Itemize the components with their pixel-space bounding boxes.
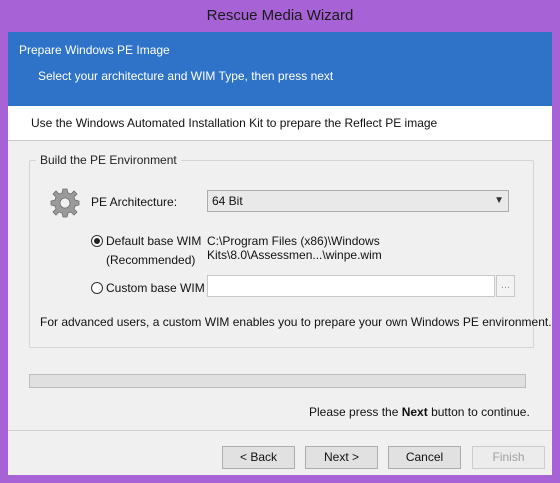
window-title: Rescue Media Wizard [206, 7, 354, 24]
wizard-header: Prepare Windows PE Image Select your arc… [8, 32, 552, 106]
chevron-down-icon: ▼ [494, 195, 504, 206]
group-legend: Build the PE Environment [36, 153, 181, 167]
gear-icon [50, 188, 80, 218]
architecture-label: PE Architecture: [91, 195, 178, 209]
progress-bar [29, 374, 526, 388]
wizard-window: Rescue Media Wizard Prepare Windows PE I… [0, 0, 560, 483]
back-button[interactable]: < Back [222, 446, 295, 469]
default-wim-recommended: (Recommended) [106, 253, 196, 267]
default-wim-label[interactable]: Default base WIM [106, 234, 201, 248]
wizard-client-area: Prepare Windows PE Image Select your arc… [8, 32, 552, 475]
custom-wim-label[interactable]: Custom base WIM [106, 281, 205, 295]
continue-text: Please press the Next button to continue… [309, 405, 530, 419]
finish-button[interactable]: Finish [472, 446, 545, 469]
header-subtitle: Select your architecture and WIM Type, t… [38, 69, 334, 83]
continue-suffix: button to continue. [427, 405, 530, 419]
continue-prefix: Please press the [309, 405, 402, 419]
browse-button[interactable]: ... [496, 275, 515, 297]
continue-next-word: Next [401, 405, 428, 419]
footer-divider [8, 430, 552, 431]
default-wim-path: C:\Program Files (x86)\Windows Kits\8.0\… [207, 234, 382, 262]
info-text: Use the Windows Automated Installation K… [31, 116, 438, 130]
header-title: Prepare Windows PE Image [19, 43, 170, 57]
architecture-select[interactable]: 64 Bit ▼ [207, 190, 509, 212]
custom-wim-radio[interactable] [91, 282, 103, 294]
advanced-note: For advanced users, a custom WIM enables… [40, 315, 552, 329]
architecture-value: 64 Bit [212, 194, 243, 208]
default-wim-radio[interactable] [91, 235, 103, 247]
custom-wim-input[interactable] [207, 275, 495, 297]
cancel-button[interactable]: Cancel [388, 446, 461, 469]
next-button[interactable]: Next > [305, 446, 378, 469]
